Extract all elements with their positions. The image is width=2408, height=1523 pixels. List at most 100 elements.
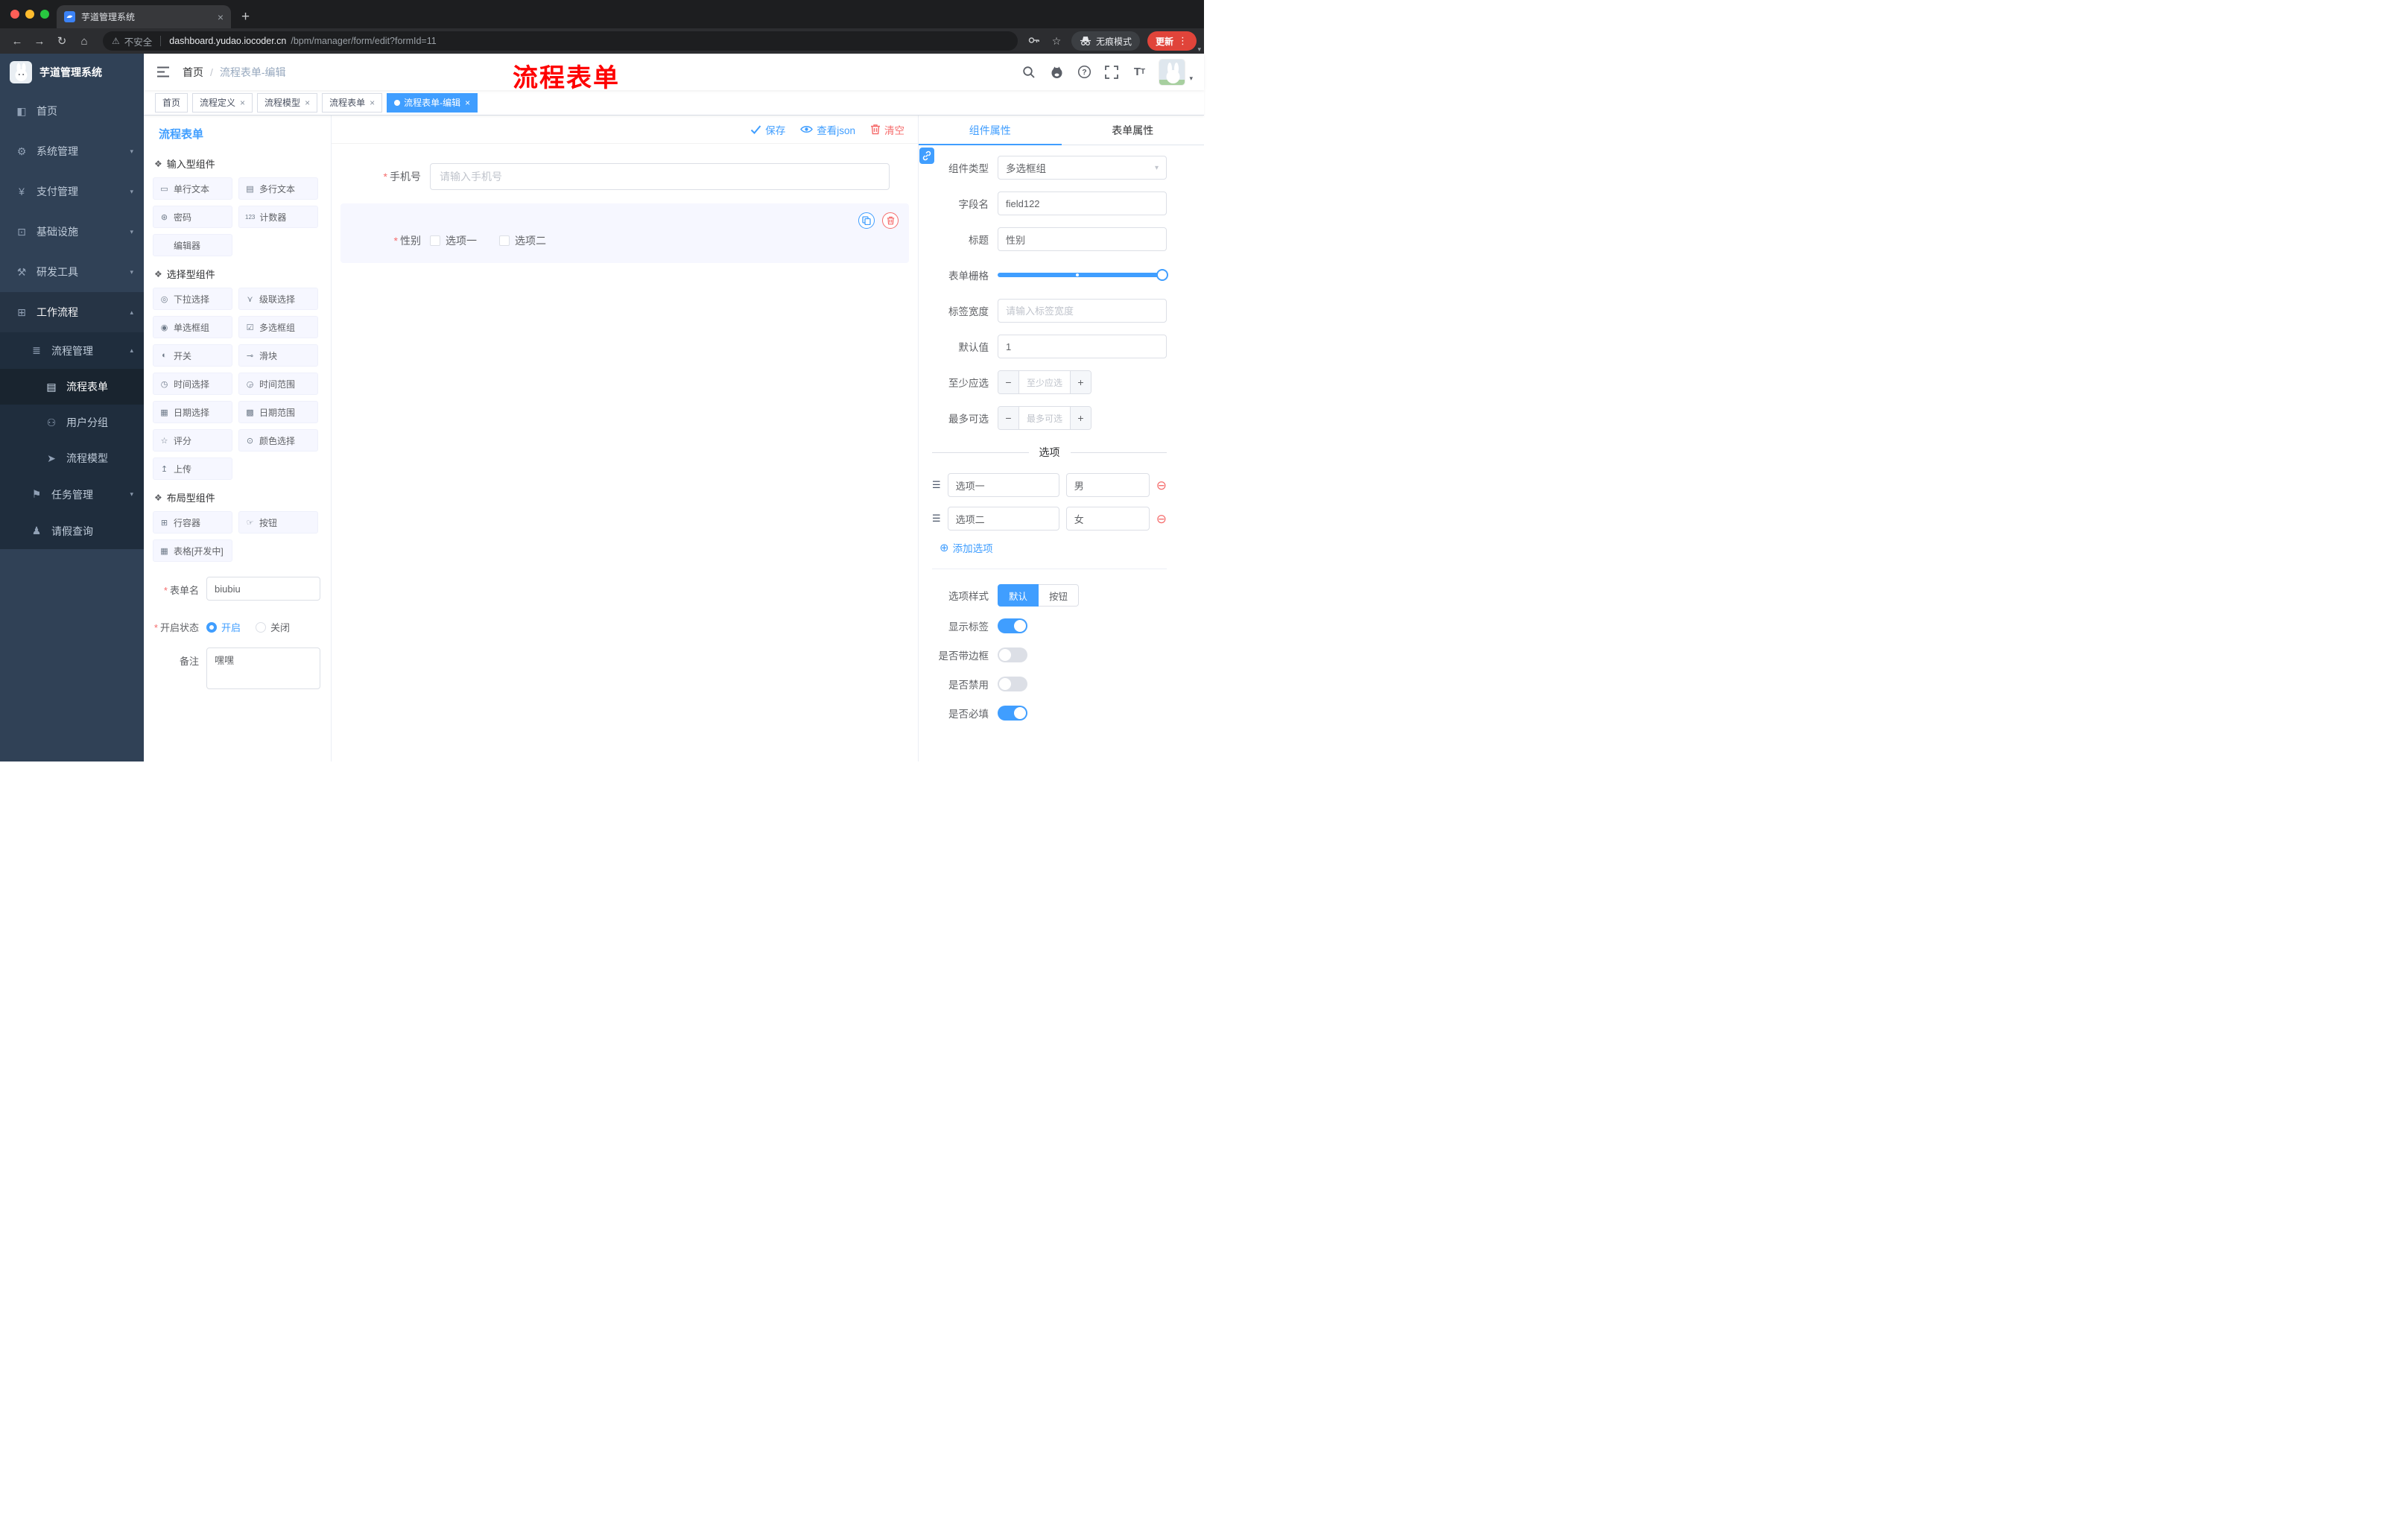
remark-textarea[interactable]: 嘿嘿 <box>206 647 320 689</box>
sidebar-item-infrastructure[interactable]: ⊡ 基础设施 ▾ <box>0 212 144 252</box>
forward-icon[interactable]: → <box>30 35 49 48</box>
browser-home-icon[interactable]: ⌂ <box>75 35 94 48</box>
tag-close-icon[interactable]: × <box>370 98 375 108</box>
comp-cascader[interactable]: ⋎ 级联选择 <box>238 288 318 310</box>
show-label-switch[interactable] <box>998 618 1027 633</box>
disabled-switch[interactable] <box>998 677 1027 691</box>
option-label-input[interactable] <box>947 473 1059 497</box>
gender-option-2[interactable]: 选项二 <box>499 233 546 248</box>
address-bar[interactable]: ⚠ 不安全 dashboard.yudao.iocoder.cn/bpm/man… <box>103 31 1018 51</box>
gender-option-1[interactable]: 选项一 <box>430 233 477 248</box>
checkbox-icon[interactable] <box>499 235 510 246</box>
tag-close-icon[interactable]: × <box>305 98 310 108</box>
help-icon[interactable]: ? <box>1076 64 1092 80</box>
slider-handle[interactable] <box>1156 269 1168 281</box>
remove-option-icon[interactable]: ⊖ <box>1156 479 1167 492</box>
comp-slider[interactable]: ⊸ 滑块 <box>238 344 318 367</box>
tab-form-props[interactable]: 表单属性 <box>1062 115 1205 145</box>
sidebar-item-devtools[interactable]: ⚒ 研发工具 ▾ <box>0 252 144 292</box>
github-icon[interactable] <box>1048 64 1065 80</box>
sidebar-item-system[interactable]: ⚙ 系统管理 ▾ <box>0 131 144 171</box>
update-button[interactable]: 更新 ⋮ <box>1147 31 1197 51</box>
sidebar-item-workflow[interactable]: ⊞ 工作流程 ▴ <box>0 292 144 332</box>
new-tab-button[interactable]: + <box>241 10 250 24</box>
tag-close-icon[interactable]: × <box>465 98 470 108</box>
option-value-input[interactable] <box>1065 507 1150 531</box>
copy-component-button[interactable] <box>858 212 875 229</box>
title-input[interactable] <box>998 227 1167 251</box>
tag-process-definition[interactable]: 流程定义 × <box>192 92 253 113</box>
sidebar-item-process-model[interactable]: ➤ 流程模型 <box>0 440 144 476</box>
form-grid-slider[interactable] <box>998 263 1168 287</box>
with-border-switch[interactable] <box>998 647 1027 662</box>
clear-button[interactable]: 清空 <box>870 122 904 137</box>
comp-table[interactable]: ▦ 表格[开发中] <box>153 539 232 562</box>
phone-input[interactable] <box>430 163 890 190</box>
sidebar-item-payment[interactable]: ¥ 支付管理 ▾ <box>0 171 144 212</box>
tag-process-form-edit[interactable]: 流程表单-编辑 × <box>387 92 478 113</box>
font-size-icon[interactable]: TT <box>1131 64 1147 80</box>
user-avatar[interactable] <box>1159 58 1186 86</box>
required-switch[interactable] <box>998 706 1027 721</box>
sidebar-item-process-management[interactable]: ≣ 流程管理 ▴ <box>0 332 144 369</box>
reload-icon[interactable]: ↻ <box>52 34 72 48</box>
delete-component-button[interactable] <box>882 212 899 229</box>
window-minimize-button[interactable] <box>25 10 34 19</box>
status-radio-closed[interactable]: 关闭 <box>256 620 290 634</box>
plus-icon[interactable]: + <box>1070 371 1091 393</box>
comp-row-container[interactable]: ⊞ 行容器 <box>153 511 232 533</box>
tab-component-props[interactable]: 组件属性 <box>919 115 1062 145</box>
sidebar-item-leave-query[interactable]: ♟ 请假查询 <box>0 513 144 549</box>
comp-rate[interactable]: ☆ 评分 <box>153 429 232 452</box>
comp-editor[interactable]: 编辑器 <box>153 234 232 256</box>
comp-upload[interactable]: ↥ 上传 <box>153 457 232 480</box>
menu-dots-icon[interactable]: ⋮ <box>1178 35 1188 47</box>
gender-field-selected[interactable]: * 性别 选项一 选项二 <box>340 203 909 263</box>
window-close-button[interactable] <box>10 10 19 19</box>
tab-close-icon[interactable]: × <box>218 12 224 22</box>
bookmark-star-icon[interactable]: ☆ <box>1049 35 1064 48</box>
plus-icon[interactable]: + <box>1070 407 1091 429</box>
comp-single-line-text[interactable]: ▭ 单行文本 <box>153 177 232 200</box>
minus-icon[interactable]: − <box>998 371 1019 393</box>
comp-switch[interactable]: ◐ 开关 <box>153 344 232 367</box>
comp-counter[interactable]: 123 计数器 <box>238 206 318 228</box>
fullscreen-icon[interactable] <box>1103 64 1120 80</box>
min-select-stepper[interactable]: − 至少应选 + <box>998 370 1091 394</box>
comp-multi-line-text[interactable]: ▤ 多行文本 <box>238 177 318 200</box>
hamburger-icon[interactable] <box>155 64 171 80</box>
tag-process-form[interactable]: 流程表单 × <box>322 92 383 113</box>
field-name-input[interactable] <box>998 191 1167 215</box>
comp-time-picker[interactable]: ◷ 时间选择 <box>153 373 232 395</box>
window-maximize-button[interactable] <box>40 10 49 19</box>
drag-handle-icon[interactable]: ☰ <box>932 479 941 491</box>
drag-handle-icon[interactable]: ☰ <box>932 513 941 525</box>
back-icon[interactable]: ← <box>7 35 27 48</box>
sidebar-item-user-group[interactable]: ⚇ 用户分组 <box>0 405 144 440</box>
comp-date-range[interactable]: ▩ 日期范围 <box>238 401 318 423</box>
view-json-button[interactable]: 查看json <box>800 122 855 137</box>
minus-icon[interactable]: − <box>998 407 1019 429</box>
comp-password[interactable]: ⊛ 密码 <box>153 206 232 228</box>
tag-process-model[interactable]: 流程模型 × <box>257 92 318 113</box>
comp-date-picker[interactable]: ▦ 日期选择 <box>153 401 232 423</box>
breadcrumb-home[interactable]: 首页 <box>183 65 203 80</box>
phone-field[interactable]: * 手机号 <box>340 156 909 197</box>
drawer-handle[interactable] <box>919 148 934 164</box>
security-label[interactable]: 不安全 <box>124 34 153 48</box>
option-label-input[interactable] <box>947 507 1059 531</box>
tag-home[interactable]: 首页 <box>155 92 188 113</box>
label-width-input[interactable] <box>998 299 1167 323</box>
toolbar-caret-icon[interactable]: ▾ <box>1197 45 1201 54</box>
browser-tab[interactable]: 芋道管理系统 × <box>57 5 231 28</box>
comp-radio-group[interactable]: ◉ 单选框组 <box>153 316 232 338</box>
form-name-input[interactable] <box>206 577 320 601</box>
search-icon[interactable] <box>1021 64 1037 80</box>
tag-close-icon[interactable]: × <box>240 98 245 108</box>
user-menu[interactable]: ▾ <box>1159 58 1193 86</box>
option-style-button[interactable]: 按钮 <box>1039 584 1080 607</box>
comp-button[interactable]: ☞ 按钮 <box>238 511 318 533</box>
remove-option-icon[interactable]: ⊖ <box>1156 513 1167 525</box>
sidebar-item-home[interactable]: ◧ 首页 <box>0 91 144 131</box>
option-value-input[interactable] <box>1065 473 1150 497</box>
